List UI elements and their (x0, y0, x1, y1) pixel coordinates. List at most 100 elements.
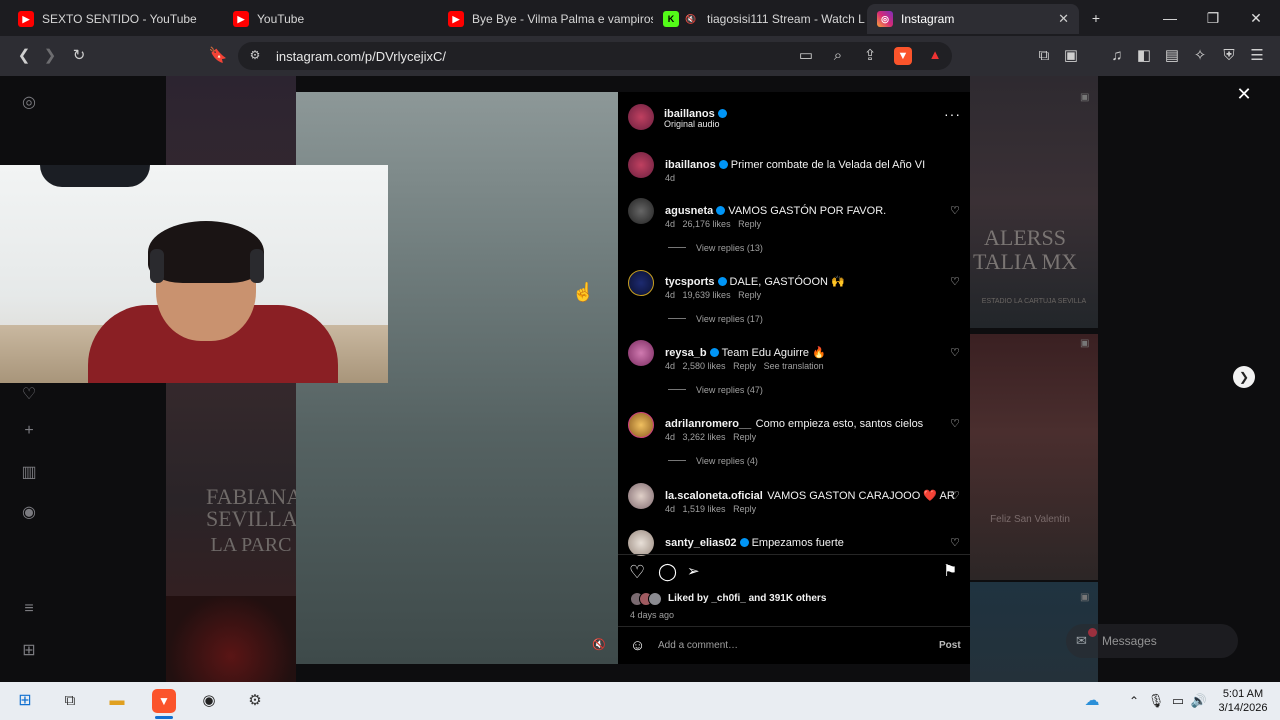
comment-username[interactable]: reysa_b (665, 347, 707, 359)
reader-icon[interactable]: ▣ (1061, 46, 1081, 66)
reply-button[interactable]: Reply (733, 504, 756, 514)
avatar[interactable] (628, 198, 654, 224)
see-translation-button[interactable]: See translation (764, 361, 824, 371)
bookmark-icon[interactable]: 🔖 (208, 46, 228, 66)
like-comment-heart-icon[interactable]: ♡ (950, 536, 960, 549)
cast-icon[interactable]: ▭ (796, 46, 816, 66)
leo-ai-icon[interactable]: ✧ (1190, 46, 1210, 66)
comment-likes[interactable]: 26,176 likes (683, 219, 731, 229)
reply-button[interactable]: Reply (738, 219, 761, 229)
media-icon[interactable]: ♫ (1107, 46, 1127, 66)
also-from-meta-icon[interactable]: ⊞ (20, 640, 38, 659)
wallet-icon[interactable]: ▤ (1162, 46, 1182, 66)
avatar[interactable] (628, 340, 654, 366)
emoji-icon[interactable]: ☺ (630, 637, 645, 654)
more-options-icon[interactable]: ··· (944, 106, 961, 122)
share-paper-plane-icon[interactable]: ➢ (687, 562, 700, 580)
comment-bubble-icon[interactable]: ◯ (658, 562, 677, 582)
like-comment-heart-icon[interactable]: ♡ (950, 275, 960, 288)
close-modal-button[interactable]: ✕ (1234, 84, 1254, 104)
threads-icon[interactable]: ◉ (20, 502, 38, 521)
tab-bye-bye[interactable]: ▶ Bye Bye - Vilma Palma e vampiros (438, 4, 653, 34)
minimize-button[interactable]: — (1160, 8, 1180, 28)
view-replies-button[interactable]: View replies (13) (668, 243, 763, 253)
messages-button[interactable]: ✉ Messages (1066, 624, 1238, 658)
instagram-icon: ◎ (877, 11, 893, 27)
view-replies-button[interactable]: View replies (4) (668, 456, 758, 466)
comment-likes[interactable]: 3,262 likes (683, 432, 726, 442)
brave-browser-icon[interactable]: ▼ (152, 689, 176, 713)
comment-username[interactable]: santy_elias02 (665, 537, 737, 549)
next-post-button[interactable]: ❯ (1233, 366, 1255, 388)
back-button[interactable]: ❮ (14, 46, 34, 66)
reload-button[interactable]: ↻ (69, 46, 89, 66)
avatar[interactable] (628, 412, 654, 438)
comment-input[interactable]: Add a comment… (658, 640, 738, 651)
comment-username[interactable]: adrilanromero__ (665, 418, 751, 430)
zoom-icon[interactable]: ⌕ (828, 46, 848, 66)
like-comment-heart-icon[interactable]: ♡ (950, 346, 960, 359)
avatar[interactable] (628, 104, 654, 130)
comment-likes[interactable]: 2,580 likes (683, 361, 726, 371)
menu-icon[interactable]: ☰ (1247, 46, 1267, 66)
comment: tycsports DALE, GASTÓOON 🙌 (665, 272, 945, 290)
reply-button[interactable]: Reply (738, 290, 761, 300)
vpn-icon[interactable]: ⛨ (1219, 46, 1239, 66)
more-menu-icon[interactable]: ≡ (20, 600, 38, 618)
dashboard-icon[interactable]: ▥ (20, 462, 38, 481)
task-view-icon[interactable]: ⧉ (60, 691, 80, 711)
settings-gear-icon[interactable]: ⚙ (245, 691, 265, 711)
create-icon[interactable]: + (20, 422, 38, 440)
comment-likes[interactable]: 1,519 likes (683, 504, 726, 514)
weather-icon[interactable]: ☁ (1082, 691, 1102, 711)
network-icon[interactable]: ▭ (1168, 691, 1188, 711)
caption-username[interactable]: ibaillanos (665, 159, 716, 171)
share-icon[interactable]: ⇪ (860, 46, 880, 66)
comment-username[interactable]: la.scaloneta.oficial (665, 490, 763, 502)
post-comment-button[interactable]: Post (939, 640, 961, 651)
reply-button[interactable]: Reply (733, 432, 756, 442)
brave-shields-icon[interactable]: ▼ (894, 47, 912, 65)
avatar[interactable] (628, 152, 654, 178)
tab-instagram[interactable]: ◎ Instagram ✕ (867, 4, 1079, 34)
avatar[interactable] (628, 530, 654, 556)
site-settings-icon[interactable]: ⚙ (247, 48, 263, 64)
volume-icon[interactable]: 🔊 (1189, 691, 1209, 711)
liked-by-text[interactable]: Liked by _ch0fi_ and 391K others (668, 593, 826, 604)
comment-age: 4d (665, 219, 676, 229)
start-windows-icon[interactable]: ⊞ (15, 691, 35, 711)
file-explorer-icon[interactable]: ▬ (107, 691, 127, 711)
comment-likes[interactable]: 19,639 likes (683, 290, 731, 300)
tab-sexto-sentido[interactable]: ▶ SEXTO SENTIDO - YouTube (8, 4, 223, 34)
muted-audio-icon[interactable]: 🔇 (592, 638, 606, 651)
sidebar-icon[interactable]: ◧ (1134, 46, 1154, 66)
like-comment-heart-icon[interactable]: ♡ (950, 204, 960, 217)
audio-label[interactable]: Original audio (664, 119, 720, 129)
system-clock[interactable]: 5:01 AM 3/14/2026 (1214, 687, 1272, 715)
obs-studio-icon[interactable]: ◉ (199, 691, 219, 711)
tab-kick-stream[interactable]: K 🔇 tiagosisi111 Stream - Watch L (653, 4, 865, 34)
brave-rewards-icon[interactable]: ▲ (926, 47, 944, 65)
instagram-logo-icon[interactable]: ◎ (20, 92, 38, 111)
comment-username[interactable]: agusneta (665, 205, 713, 217)
forward-button[interactable]: ❯ (40, 46, 60, 66)
tab-youtube[interactable]: ▶ YouTube (223, 4, 438, 34)
reply-button[interactable]: Reply (733, 361, 756, 371)
like-comment-heart-icon[interactable]: ♡ (950, 417, 960, 430)
like-heart-icon[interactable]: ♡ (629, 562, 645, 583)
view-replies-button[interactable]: View replies (17) (668, 314, 763, 324)
view-replies-button[interactable]: View replies (47) (668, 385, 763, 395)
extensions-icon[interactable]: ⧉ (1034, 46, 1054, 66)
avatar[interactable] (628, 483, 654, 509)
close-window-button[interactable]: ✕ (1246, 8, 1266, 28)
show-hidden-icons-icon[interactable]: ⌃ (1124, 691, 1144, 711)
microphone-icon[interactable]: 🎙 (1146, 691, 1166, 711)
notifications-heart-icon[interactable]: ♡ (20, 384, 38, 403)
save-bookmark-icon[interactable]: ⚑ (943, 561, 957, 581)
like-comment-heart-icon[interactable]: ♡ (950, 489, 960, 502)
close-tab-icon[interactable]: ✕ (1058, 11, 1069, 27)
avatar[interactable] (628, 270, 654, 296)
new-tab-button[interactable]: + (1086, 8, 1106, 28)
comment-username[interactable]: tycsports (665, 276, 715, 288)
restore-button[interactable]: ❐ (1203, 8, 1223, 28)
